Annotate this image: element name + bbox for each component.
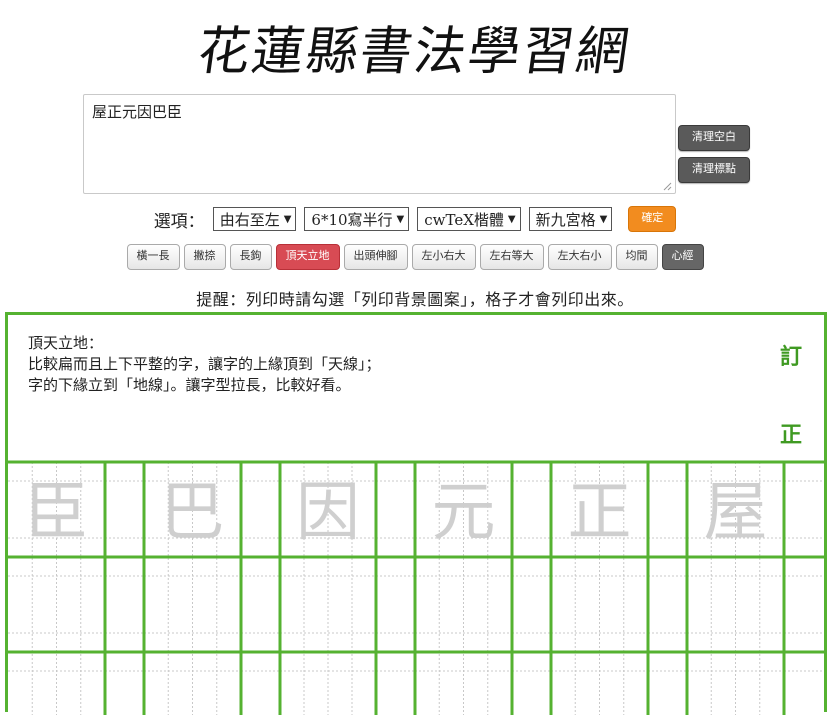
stroke-button-chutou[interactable]: 出頭伸腳 bbox=[343, 244, 408, 270]
chevron-down-icon: ▼ bbox=[396, 213, 405, 225]
clear-punct-button[interactable]: 清理標點 bbox=[678, 157, 750, 183]
direction-select[interactable]: 由右至左 ▼ bbox=[212, 207, 297, 231]
chevron-down-icon: ▼ bbox=[283, 213, 292, 225]
confirm-button[interactable]: 確定 bbox=[628, 206, 677, 232]
stroke-button-dingtian[interactable]: 頂天立地 bbox=[275, 244, 340, 270]
practice-sheet: 頂天立地： 比較扁而且上下平整的字，讓字的上緣頂到「天線」； 字的下緣立到「地線… bbox=[5, 312, 827, 715]
stroke-button-zuoyou[interactable]: 左右等大 bbox=[479, 244, 544, 270]
options-label: 選項： bbox=[153, 211, 205, 232]
sample-char: 元 bbox=[432, 476, 496, 550]
sample-char: 正 bbox=[568, 476, 632, 550]
stroke-button-zuoda[interactable]: 左大右小 bbox=[547, 244, 612, 270]
practice-grid: 臣 巴 因 元 正 屋 bbox=[8, 460, 824, 715]
layout-select[interactable]: 6*10寫半行 ▼ bbox=[304, 207, 410, 231]
grid-select[interactable]: 新九宮格 ▼ bbox=[528, 207, 613, 231]
sample-char: 因 bbox=[296, 476, 360, 550]
stroke-button-heng[interactable]: 橫一長 bbox=[126, 244, 180, 270]
stroke-button-piena[interactable]: 撇捺 bbox=[183, 244, 226, 270]
stroke-button-zuoxiao[interactable]: 左小右大 bbox=[411, 244, 476, 270]
stroke-buttons: 橫一長 撇捺 長鉤 頂天立地 出頭伸腳 左小右大 左右等大 左大右小 均間 心經 bbox=[0, 244, 830, 270]
site-logo-title: 花蓮縣書法學習網 bbox=[194, 21, 635, 82]
sample-char: 臣 bbox=[25, 476, 89, 550]
stroke-button-junjian[interactable]: 均間 bbox=[615, 244, 658, 270]
sample-char: 巴 bbox=[161, 476, 225, 550]
stroke-button-changgou[interactable]: 長鉤 bbox=[229, 244, 272, 270]
grid-lines bbox=[8, 460, 824, 715]
chevron-down-icon: ▼ bbox=[507, 213, 516, 225]
resize-grip-icon[interactable] bbox=[663, 182, 672, 191]
clear-space-button[interactable]: 清理空白 bbox=[678, 125, 750, 151]
font-select[interactable]: cwTeX楷體 ▼ bbox=[417, 207, 521, 231]
character-input[interactable] bbox=[83, 94, 676, 194]
sample-char: 屋 bbox=[704, 476, 768, 550]
chevron-down-icon: ▼ bbox=[599, 213, 608, 225]
sample-characters: 臣 巴 因 元 正 屋 bbox=[25, 476, 768, 550]
print-hint: 提醒：列印時請勾選「列印背景圖案」，格子才會列印出來。 bbox=[196, 290, 634, 309]
stroke-button-xinjing[interactable]: 心經 bbox=[661, 244, 704, 270]
options-row: 選項： 由右至左 ▼ 6*10寫半行 ▼ cwTeX楷體 ▼ 新九宮格 ▼ 確定 bbox=[0, 205, 830, 233]
